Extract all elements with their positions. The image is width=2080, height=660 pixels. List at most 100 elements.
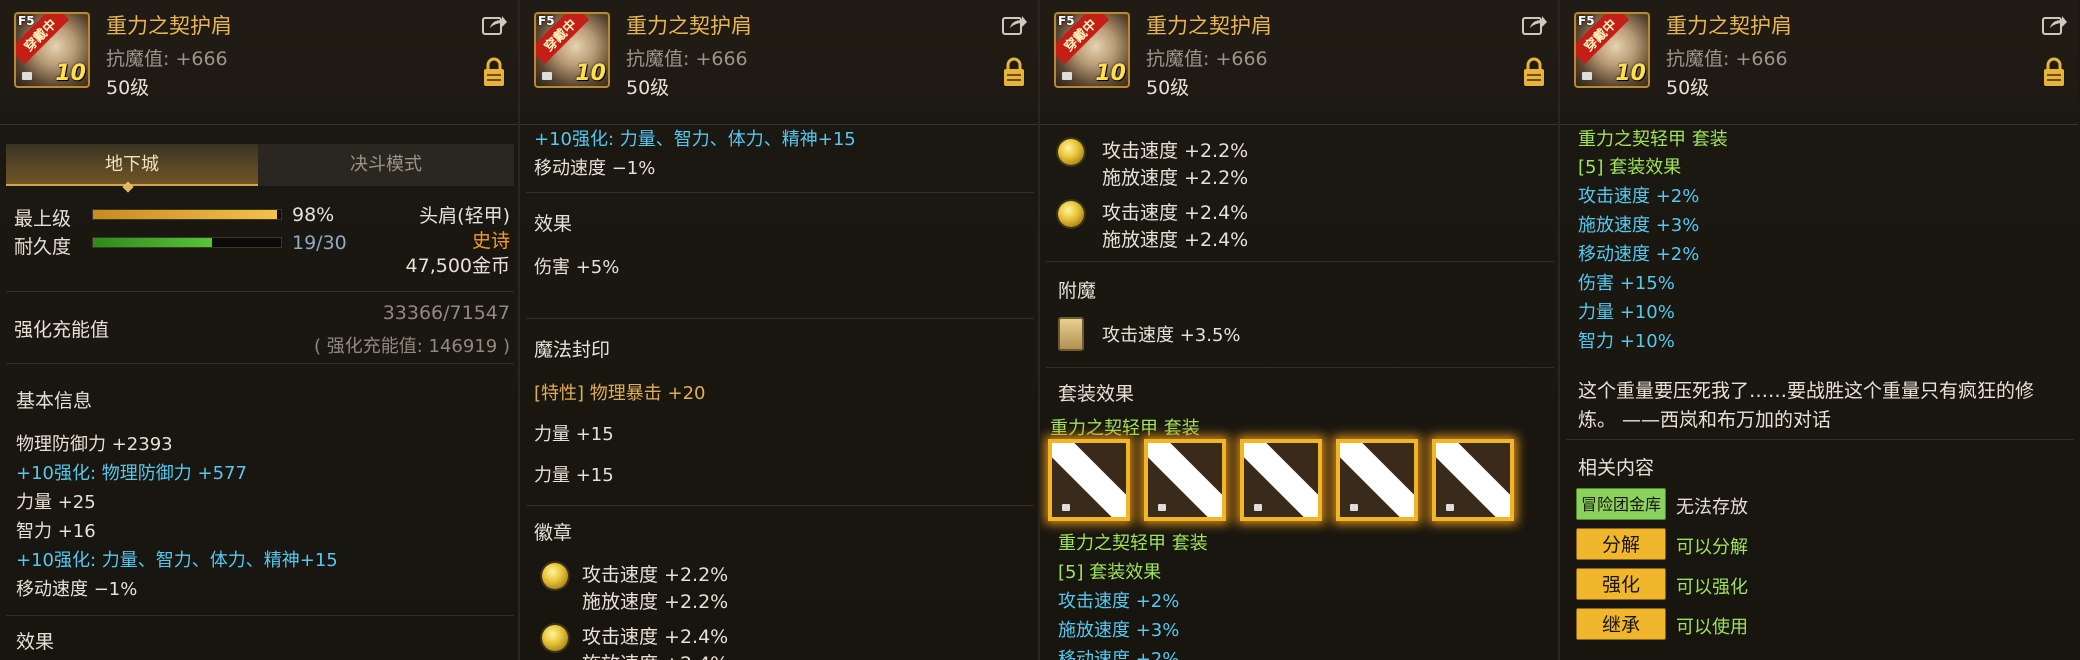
set-bonus-line: 施放速度 +3%: [1058, 620, 1180, 641]
stat-line: 智力 +16: [16, 521, 96, 542]
magic-resist-stat: 抗魔值: +666: [1146, 48, 1268, 70]
item-level: 50级: [106, 77, 150, 99]
set-item-icon[interactable]: [1144, 439, 1226, 521]
item-tooltip-panel-3: 穿戴中 F5 10 重力之契护肩 抗魔值: +666 50级 攻击速度 +2.2…: [1040, 0, 1560, 660]
emblem-line: 攻击速度 +2.2%: [1102, 140, 1249, 162]
divider: [6, 291, 514, 292]
enhance-button[interactable]: 强化: [1576, 568, 1666, 600]
share-icon[interactable]: [482, 14, 508, 36]
lock-icon[interactable]: [1002, 56, 1026, 88]
tooltip-body: 重力之契轻甲 套装 [5] 套装效果 攻击速度 +2% 施放速度 +3% 移动速…: [1560, 125, 2080, 660]
share-icon[interactable]: [2042, 14, 2068, 36]
shoulder-armor-icon: 穿戴中 F5 10: [14, 12, 90, 88]
set-bonus-line: 力量 +10%: [1578, 302, 1675, 323]
slot-type: 头肩(轻甲): [419, 205, 510, 227]
related-status: 可以分解: [1676, 537, 1748, 558]
emblem-orb-icon: [1058, 139, 1084, 165]
lock-icon[interactable]: [482, 56, 506, 88]
set-bonus-line: 攻击速度 +2%: [1578, 186, 1700, 207]
stat-line: 移动速度 −1%: [534, 158, 656, 179]
durability-value: 19/30: [292, 232, 347, 254]
item-name: 重力之契护肩: [626, 14, 752, 38]
small-lock-icon: [1582, 72, 1592, 80]
set-bonus-title: [5] 套装效果: [1578, 157, 1682, 178]
tooltip-body: 地下城 决斗模式 最上级 98% 耐久度 19/30 头肩(轻甲) 史诗 47,…: [0, 125, 518, 660]
enhance-level: 10: [55, 61, 86, 86]
item-tag: F5: [18, 14, 35, 28]
tab-pvp[interactable]: 决斗模式: [258, 144, 514, 186]
section-basic-info: 基本信息: [16, 390, 93, 412]
enhance-level: 10: [1615, 61, 1646, 86]
item-tooltip-panel-1: 穿戴中 F5 10 重力之契护肩 抗魔值: +666 50级 地下城 决斗模式 …: [0, 0, 520, 660]
seal-line: 力量 +15: [534, 465, 614, 486]
flavor-text-line: 炼。 ——西岚和布万加的对话: [1578, 409, 1832, 431]
tab-dungeon[interactable]: 地下城: [6, 144, 258, 186]
stat-line: 物理防御力 +2393: [16, 434, 173, 455]
disassemble-button[interactable]: 分解: [1576, 528, 1666, 560]
divider: [526, 318, 1034, 319]
lock-icon[interactable]: [1522, 56, 1546, 88]
durability-label: 耐久度: [14, 236, 72, 258]
set-item-icon[interactable]: [1336, 439, 1418, 521]
set-bonus-line: 移动速度 +2%: [1058, 649, 1180, 660]
small-lock-icon: [542, 72, 552, 80]
set-bonus-line: 伤害 +15%: [1578, 273, 1675, 294]
item-header: 穿戴中 F5 10 重力之契护肩 抗魔值: +666 50级: [1560, 0, 2078, 125]
set-items-row: [1048, 439, 1548, 523]
emblem-orb-icon: [542, 563, 568, 589]
section-set-effect: 套装效果: [1058, 383, 1135, 405]
charge-label: 强化充能值: [14, 319, 110, 341]
tooltip-body: +10强化: 力量、智力、体力、精神+15 移动速度 −1% 效果 伤害 +5%…: [520, 125, 1038, 660]
item-level: 50级: [626, 77, 670, 99]
sell-price: 47,500金币: [405, 255, 510, 277]
seal-trait: [特性] 物理暴击 +20: [534, 383, 706, 404]
item-tooltip-panel-2: 穿戴中 F5 10 重力之契护肩 抗魔值: +666 50级 +10强化: 力量…: [520, 0, 1040, 660]
set-item-icon[interactable]: [1240, 439, 1322, 521]
set-name: 重力之契轻甲 套装: [1050, 418, 1200, 439]
shoulder-armor-icon: 穿戴中 F5 10: [1054, 12, 1130, 88]
set-bonus-line: 移动速度 +2%: [1578, 244, 1700, 265]
divider: [1566, 439, 2074, 440]
section-emblem: 徽章: [534, 522, 573, 544]
divider: [6, 363, 514, 364]
inherit-button[interactable]: 继承: [1576, 608, 1666, 640]
emblem-line: 施放速度 +2.2%: [1102, 167, 1249, 189]
set-name: 重力之契轻甲 套装: [1058, 533, 1208, 554]
set-item-icon[interactable]: [1048, 439, 1130, 521]
emblem-line: 施放速度 +2.4%: [582, 649, 728, 660]
section-enchant: 附魔: [1058, 280, 1097, 302]
mode-tabs: 地下城 决斗模式: [6, 144, 514, 186]
magic-resist-stat: 抗魔值: +666: [1666, 48, 1788, 70]
emblem-orb-icon: [1058, 201, 1084, 227]
shoulder-armor-icon: 穿戴中 F5 10: [534, 12, 610, 88]
divider: [1046, 261, 1554, 262]
share-icon[interactable]: [1002, 14, 1028, 36]
enchant-card-icon: [1058, 317, 1084, 351]
emblem-line: 攻击速度 +2.2%: [582, 564, 729, 586]
item-header: 穿戴中 F5 10 重力之契护肩 抗魔值: +666 50级: [0, 0, 518, 125]
small-lock-icon: [1062, 72, 1072, 80]
storage-button[interactable]: 冒险团金库: [1576, 488, 1666, 520]
durability-bar: [92, 237, 282, 248]
item-header: 穿戴中 F5 10 重力之契护肩 抗魔值: +666 50级: [520, 0, 1038, 125]
section-effect: 效果: [534, 213, 573, 235]
set-item-icon[interactable]: [1432, 439, 1514, 521]
effect-line: 伤害 +5%: [534, 257, 620, 278]
emblem-line: 施放速度 +2.4%: [1102, 229, 1249, 251]
section-magic-seal: 魔法封印: [534, 339, 611, 361]
stat-line: 力量 +25: [16, 492, 96, 513]
divider: [526, 505, 1034, 506]
divider: [1046, 367, 1554, 368]
divider: [526, 192, 1034, 193]
stat-line: +10强化: 物理防御力 +577: [16, 463, 247, 484]
grade-bar: [92, 209, 282, 220]
enchant-line: 攻击速度 +3.5%: [1102, 325, 1241, 346]
item-tag: F5: [538, 14, 555, 28]
share-icon[interactable]: [1522, 14, 1548, 36]
set-name: 重力之契轻甲 套装: [1578, 129, 1728, 150]
charge-value: 33366/71547: [382, 302, 510, 324]
item-name: 重力之契护肩: [1146, 14, 1272, 38]
related-status: 无法存放: [1676, 497, 1748, 518]
lock-icon[interactable]: [2042, 56, 2066, 88]
emblem-line: 施放速度 +2.2%: [582, 591, 729, 613]
